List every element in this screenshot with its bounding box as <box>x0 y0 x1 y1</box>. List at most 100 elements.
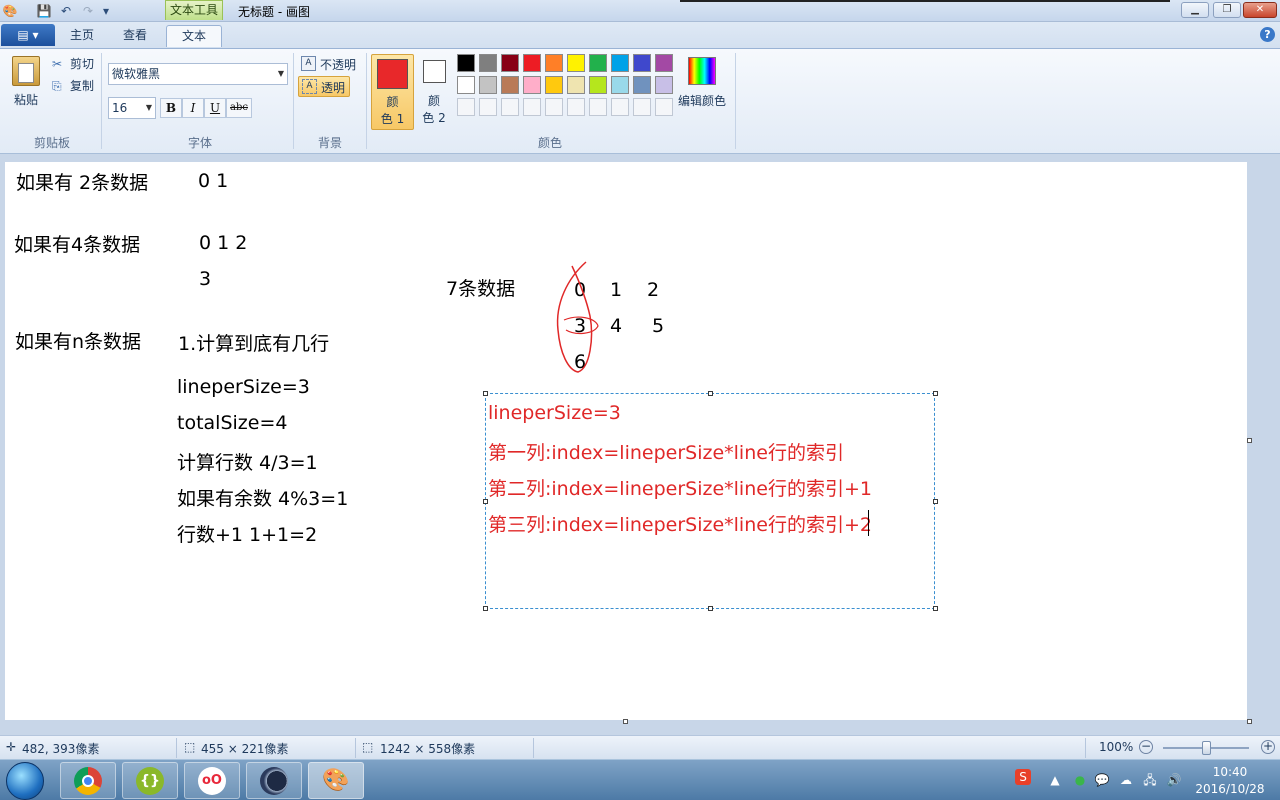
textbox-handle[interactable] <box>933 499 938 504</box>
palette-color-swatch[interactable] <box>457 76 475 94</box>
bold-button[interactable]: B <box>160 98 182 118</box>
palette-color-swatch[interactable] <box>545 76 563 94</box>
paint-task-button[interactable]: 🎨 <box>308 762 364 799</box>
textbox-handle[interactable] <box>483 499 488 504</box>
tab-text[interactable]: 文本 <box>166 25 222 47</box>
edit-colors-button[interactable]: 编辑颜色 <box>678 92 726 109</box>
strikethrough-button[interactable]: abc <box>226 98 252 118</box>
textbox-handle[interactable] <box>933 391 938 396</box>
customize-qat-icon[interactable]: ▾ <box>98 3 114 19</box>
palette-color-swatch[interactable] <box>655 76 673 94</box>
palette-color-swatch[interactable] <box>611 76 629 94</box>
title-overlay-line <box>680 0 1170 2</box>
close-button[interactable]: ✕ <box>1243 2 1277 18</box>
textbox-line[interactable]: 第二列:index=lineperSize*line行的索引+1 <box>488 474 872 501</box>
palette-empty-swatch[interactable] <box>479 98 497 116</box>
text-edit-box[interactable]: lineperSize=3 第一列:index=lineperSize*line… <box>485 393 935 609</box>
palette-color-swatch[interactable] <box>479 76 497 94</box>
chat-icon[interactable]: 💬 <box>1094 772 1110 788</box>
underline-button[interactable]: U <box>204 98 226 118</box>
clock-date[interactable]: 2016/10/28 <box>1192 782 1268 796</box>
palette-color-swatch[interactable] <box>523 76 541 94</box>
font-family-combo[interactable]: 微软雅黑 ▼ <box>108 63 288 85</box>
tab-view[interactable]: 查看 <box>114 25 156 47</box>
color1-button[interactable]: 颜 色 1 <box>371 54 414 130</box>
canvas-resize-handle-bottom[interactable] <box>623 719 628 724</box>
palette-color-swatch[interactable] <box>633 76 651 94</box>
canvas-text: 如果有n条数据 <box>15 331 142 353</box>
media-task-button[interactable]: oO <box>184 762 240 799</box>
zoom-slider-thumb[interactable] <box>1202 741 1211 755</box>
copy-button[interactable]: 复制 <box>70 77 94 95</box>
paste-button[interactable]: 粘贴 <box>14 91 38 109</box>
zoom-out-button[interactable]: − <box>1139 740 1153 754</box>
help-icon[interactable]: ? <box>1260 27 1275 42</box>
palette-empty-swatch[interactable] <box>567 98 585 116</box>
textbox-handle[interactable] <box>708 606 713 611</box>
network-icon[interactable]: 🖧 <box>1142 772 1158 788</box>
textbox-line[interactable]: 第三列:index=lineperSize*line行的索引+2 <box>488 510 872 537</box>
chrome-task-button[interactable] <box>60 762 116 799</box>
file-menu-button[interactable]: ▤ ▾ <box>1 24 55 46</box>
palette-empty-swatch[interactable] <box>611 98 629 116</box>
palette-empty-swatch[interactable] <box>633 98 651 116</box>
palette-color-swatch[interactable] <box>589 76 607 94</box>
colors-group-label: 颜色 <box>537 136 562 150</box>
save-icon[interactable]: 💾 <box>36 3 52 19</box>
italic-button[interactable]: I <box>182 98 204 118</box>
palette-color-swatch[interactable] <box>479 54 497 72</box>
tab-home[interactable]: 主页 <box>62 25 102 47</box>
palette-color-swatch[interactable] <box>545 54 563 72</box>
cut-icon[interactable]: ✂ <box>52 55 62 73</box>
restore-button[interactable]: ❐ <box>1213 2 1241 18</box>
ime-icon[interactable]: S <box>1015 769 1031 785</box>
palette-color-swatch[interactable] <box>457 54 475 72</box>
palette-empty-swatch[interactable] <box>457 98 475 116</box>
undo-icon[interactable]: ↶ <box>58 3 74 19</box>
palette-empty-swatch[interactable] <box>501 98 519 116</box>
textbox-handle[interactable] <box>483 606 488 611</box>
palette-color-swatch[interactable] <box>589 54 607 72</box>
palette-color-swatch[interactable] <box>567 54 585 72</box>
palette-empty-swatch[interactable] <box>545 98 563 116</box>
color2-button[interactable]: 颜 色 2 <box>418 54 450 130</box>
minimize-button[interactable]: ▁ <box>1181 2 1209 18</box>
palette-color-swatch[interactable] <box>523 54 541 72</box>
redo-icon[interactable]: ↷ <box>80 3 96 19</box>
security-icon[interactable]: ● <box>1072 772 1088 788</box>
start-button[interactable] <box>6 762 44 800</box>
opaque-button[interactable]: A 不透明 <box>300 55 360 75</box>
chevron-down-icon: ▼ <box>145 103 152 112</box>
paint-app-icon[interactable]: 🎨 <box>2 3 18 19</box>
palette-empty-swatch[interactable] <box>589 98 607 116</box>
textbox-handle[interactable] <box>708 391 713 396</box>
palette-empty-swatch[interactable] <box>655 98 673 116</box>
editor-task-button[interactable]: {} <box>122 762 178 799</box>
copy-icon[interactable]: ⎘ <box>52 77 62 95</box>
canvas-resize-handle-right[interactable] <box>1247 438 1252 443</box>
weather-icon[interactable]: ☁ <box>1118 772 1134 788</box>
palette-color-swatch[interactable] <box>501 54 519 72</box>
cut-button[interactable]: 剪切 <box>70 55 94 73</box>
textbox-line[interactable]: 第一列:index=lineperSize*line行的索引 <box>488 438 844 465</box>
transparent-button[interactable]: A 透明 <box>298 76 350 97</box>
status-separator <box>1085 738 1086 758</box>
palette-color-swatch[interactable] <box>611 54 629 72</box>
textbox-line[interactable]: lineperSize=3 <box>488 402 621 424</box>
textbox-handle[interactable] <box>933 606 938 611</box>
textbox-handle[interactable] <box>483 391 488 396</box>
canvas-resize-handle-corner[interactable] <box>1247 719 1252 724</box>
eclipse-task-button[interactable] <box>246 762 302 799</box>
font-size-combo[interactable]: 16 ▼ <box>108 97 156 119</box>
zoom-in-button[interactable]: + <box>1261 740 1275 754</box>
volume-icon[interactable]: 🔊 <box>1166 772 1182 788</box>
palette-empty-swatch[interactable] <box>523 98 541 116</box>
palette-color-swatch[interactable] <box>567 76 585 94</box>
palette-color-swatch[interactable] <box>655 54 673 72</box>
edit-colors-icon[interactable] <box>688 57 716 85</box>
show-hidden-icons-icon[interactable]: ▲ <box>1047 772 1063 788</box>
palette-color-swatch[interactable] <box>501 76 519 94</box>
clock-time[interactable]: 10:40 <box>1205 765 1255 779</box>
palette-color-swatch[interactable] <box>633 54 651 72</box>
paste-icon[interactable] <box>12 56 40 86</box>
